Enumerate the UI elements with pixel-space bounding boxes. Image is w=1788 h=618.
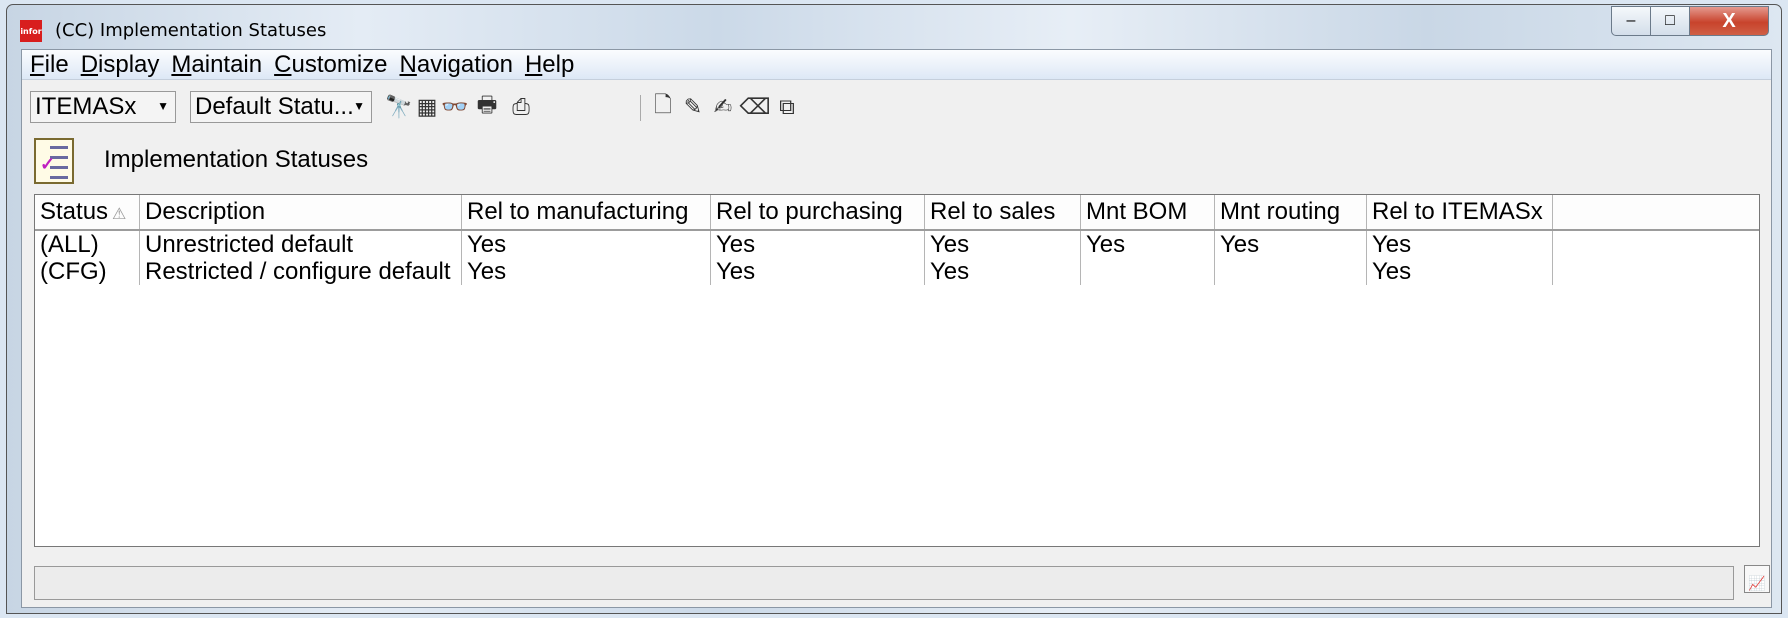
application-window: infor (CC) Implementation Statuses – □ X…	[6, 4, 1782, 614]
view-detail-icon[interactable]: ▦	[414, 94, 440, 120]
company-select[interactable]: ITEMASx ▼	[30, 91, 176, 123]
column-header-mnt-bom[interactable]: Mnt BOM	[1081, 195, 1215, 229]
new-document-icon[interactable]: 🗋	[650, 93, 676, 120]
column-header-rel-to-manufacturing[interactable]: Rel to manufacturing	[462, 195, 711, 229]
close-button[interactable]: X	[1689, 6, 1769, 36]
glasses-icon[interactable]: 👓	[441, 94, 468, 120]
sort-ascending-icon[interactable]: ⚠	[112, 206, 126, 223]
status-bar	[34, 566, 1734, 600]
cell-mnt-routing[interactable]	[1215, 258, 1367, 285]
menu-display[interactable]: Display	[81, 51, 160, 79]
menu-customize[interactable]: Customize	[274, 51, 387, 79]
minimize-button[interactable]: –	[1611, 6, 1651, 36]
print-preview-icon[interactable]: 🖶	[474, 93, 500, 120]
menu-maintain[interactable]: Maintain	[171, 51, 262, 79]
cell-mnt-routing[interactable]: Yes	[1215, 231, 1367, 258]
view-select[interactable]: Default Statu... ▼	[190, 91, 372, 123]
chevron-down-icon[interactable]: ▼	[353, 99, 365, 113]
delete-icon[interactable]: ⌫	[739, 94, 770, 120]
cell-mnt-bom[interactable]: Yes	[1081, 231, 1215, 258]
edit-multiple-icon[interactable]: ✍	[710, 94, 736, 120]
menu-help[interactable]: Help	[525, 51, 574, 79]
menu-file[interactable]: File	[30, 51, 69, 79]
maximize-button[interactable]: □	[1650, 6, 1690, 36]
column-header-status[interactable]: Status ⚠	[35, 195, 140, 229]
cell-rel-to-sales[interactable]: Yes	[925, 258, 1081, 285]
printer-icon[interactable]: ⎙	[508, 94, 534, 120]
cell-mnt-bom[interactable]	[1081, 258, 1215, 285]
view-select-value: Default Statu...	[195, 93, 354, 120]
title-bar[interactable]: infor (CC) Implementation Statuses	[7, 5, 1781, 53]
cell-description[interactable]: Unrestricted default	[140, 231, 462, 258]
edit-pencil-icon[interactable]: ✎	[680, 94, 706, 120]
find-binoculars-icon[interactable]: 🔭	[385, 94, 412, 120]
column-header-description[interactable]: Description	[140, 195, 462, 229]
copy-icon[interactable]: ⧉	[774, 94, 800, 120]
column-header-rel-to-sales[interactable]: Rel to sales	[925, 195, 1081, 229]
cell-status[interactable]: (ALL)	[35, 231, 140, 258]
toolbar-separator	[640, 95, 641, 121]
cell-rel-to-manufacturing[interactable]: Yes	[462, 231, 711, 258]
column-header-rel-to-itemasx[interactable]: Rel to ITEMASx	[1367, 195, 1553, 229]
menu-navigation[interactable]: Navigation	[400, 51, 513, 79]
cell-rel-to-purchasing[interactable]: Yes	[711, 231, 925, 258]
table-row[interactable]: (ALL) Unrestricted default Yes Yes Yes Y…	[35, 231, 1759, 258]
activity-chart-icon[interactable]: 📈	[1744, 565, 1770, 593]
toolbar: ITEMASx ▼ Default Statu... ▼ 🔭 ▦ 👓 🖶 ⎙ 🗋…	[22, 86, 1771, 126]
cell-rel-to-purchasing[interactable]: Yes	[711, 258, 925, 285]
window-title: (CC) Implementation Statuses	[55, 20, 327, 41]
status-table: Status ⚠ Description Rel to manufacturing…	[34, 194, 1760, 547]
cell-description[interactable]: Restricted / configure default	[140, 258, 462, 285]
cell-rel-to-sales[interactable]: Yes	[925, 231, 1081, 258]
menu-bar: File Display Maintain Customize Navigati…	[22, 50, 1771, 80]
column-header-rel-to-purchasing[interactable]: Rel to purchasing	[711, 195, 925, 229]
page-title: Implementation Statuses	[104, 146, 369, 173]
company-select-value: ITEMASx	[35, 93, 137, 120]
chevron-down-icon[interactable]: ▼	[157, 99, 169, 113]
client-area: File Display Maintain Customize Navigati…	[21, 49, 1772, 608]
table-row[interactable]: (CFG) Restricted / configure default Yes…	[35, 258, 1759, 285]
cell-rel-to-itemasx[interactable]: Yes	[1367, 231, 1553, 258]
infor-logo-icon[interactable]: infor	[20, 20, 42, 42]
cell-status[interactable]: (CFG)	[35, 258, 140, 285]
cell-rel-to-manufacturing[interactable]: Yes	[462, 258, 711, 285]
table-header: Status ⚠ Description Rel to manufacturing…	[35, 195, 1759, 231]
checklist-icon: ✓	[34, 138, 74, 184]
column-header-mnt-routing[interactable]: Mnt routing	[1215, 195, 1367, 229]
cell-rel-to-itemasx[interactable]: Yes	[1367, 258, 1553, 285]
